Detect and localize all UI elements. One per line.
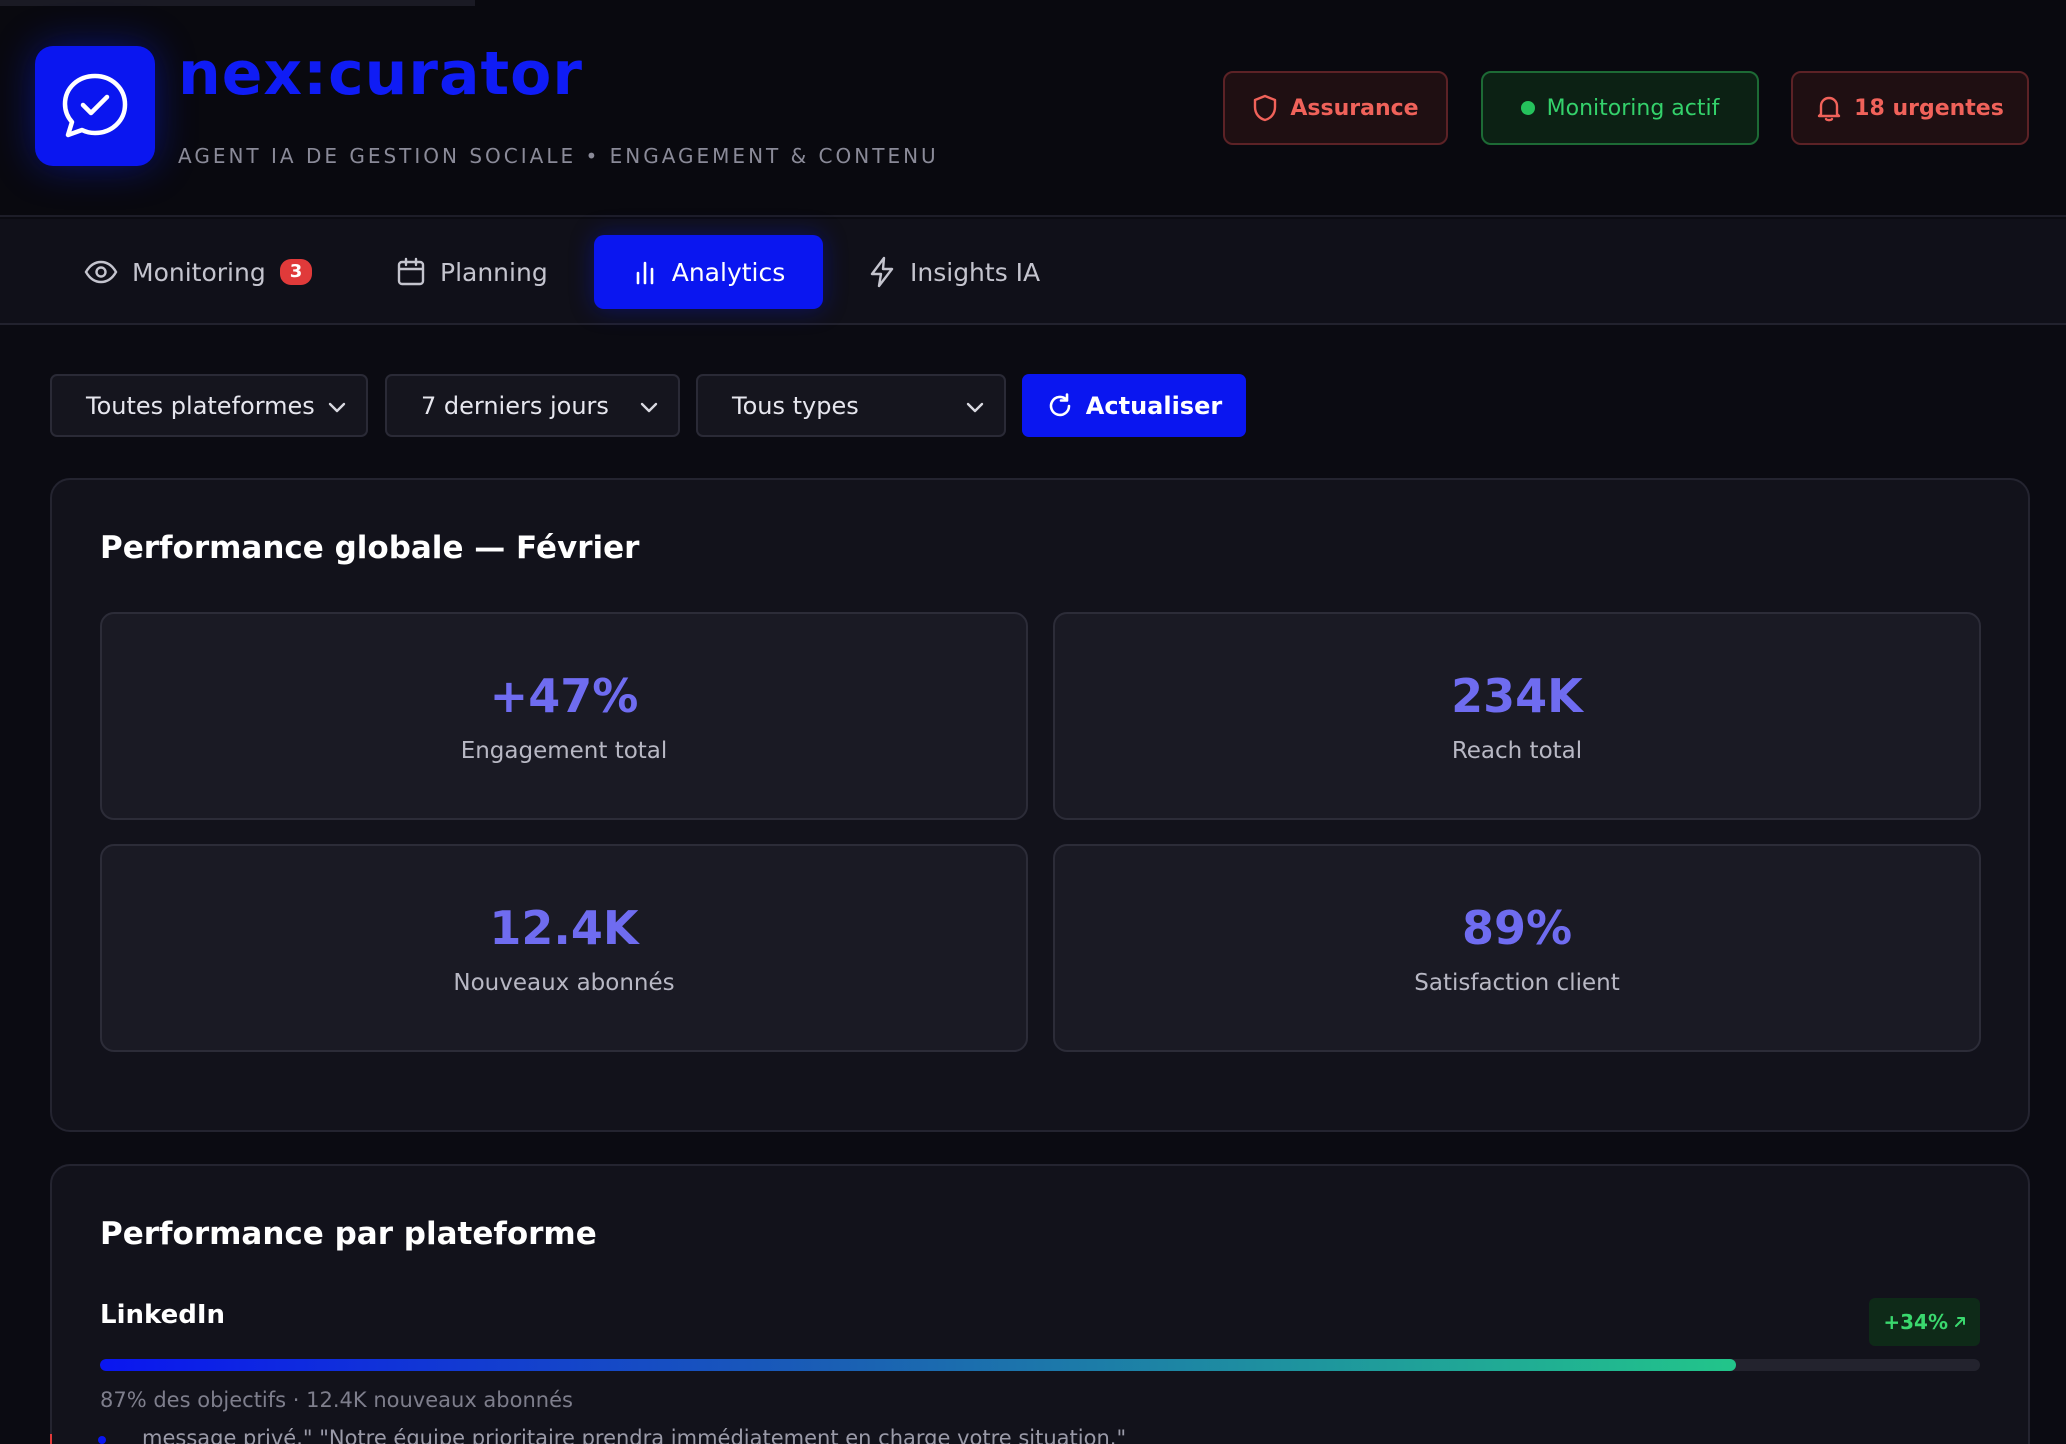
platform-progress-fill — [100, 1359, 1736, 1371]
refresh-icon — [1049, 392, 1071, 416]
kpi-value: 12.4K — [489, 901, 639, 955]
shield-icon — [1254, 94, 1277, 122]
header-accent-line — [0, 0, 475, 6]
message-preview-row[interactable]: message privé." "Notre équipe prioritair… — [50, 1428, 2030, 1444]
lightning-icon — [870, 256, 894, 288]
tab-monitoring-label: Monitoring — [132, 257, 266, 287]
brand-subtitle: AGENT IA DE GESTION SOCIALE • ENGAGEMENT… — [178, 144, 939, 168]
message-preview-text: message privé." "Notre équipe prioritair… — [142, 1428, 1127, 1444]
type-select[interactable]: Tous types — [696, 374, 1006, 437]
kpi-value: +47% — [489, 669, 639, 723]
calendar-icon — [397, 257, 425, 286]
app-header: nex:curator AGENT IA DE GESTION SOCIALE … — [0, 0, 2066, 217]
tab-monitoring[interactable]: Monitoring 3 — [66, 235, 330, 309]
refresh-label: Actualiser — [1085, 391, 1223, 420]
platform-delta-badge: +34% — [1869, 1298, 1980, 1346]
bar-chart-icon — [636, 261, 654, 285]
message-dot-icon — [98, 1436, 106, 1444]
assurance-label: Assurance — [1290, 95, 1419, 121]
brand-title: nex:curator — [178, 39, 583, 109]
kpi-satisfaction: 89% Satisfaction client — [1053, 844, 1981, 1052]
chevron-down-icon — [328, 402, 346, 413]
logo[interactable] — [35, 46, 155, 166]
platform-select-value: Toutes plateformes — [86, 391, 315, 420]
kpi-label: Nouveaux abonnés — [453, 970, 675, 996]
urgent-marker — [50, 1434, 52, 1444]
bell-icon — [1817, 96, 1841, 122]
refresh-button[interactable]: Actualiser — [1022, 374, 1246, 437]
kpi-engagement: +47% Engagement total — [100, 612, 1028, 820]
platform-performance-title: Performance par plateforme — [100, 1216, 597, 1252]
period-select-value: 7 derniers jours — [421, 391, 609, 420]
platform-select[interactable]: Toutes plateformes — [50, 374, 368, 437]
type-select-value: Tous types — [732, 391, 859, 420]
eye-icon — [84, 260, 118, 284]
kpi-value: 234K — [1451, 669, 1583, 723]
period-select[interactable]: 7 derniers jours — [385, 374, 680, 437]
tab-analytics-label: Analytics — [671, 257, 786, 287]
global-performance-card: Performance globale — Février +47% Engag… — [50, 478, 2030, 1132]
chevron-down-icon — [966, 402, 984, 413]
chevron-down-icon — [640, 402, 658, 413]
tab-planning[interactable]: Planning — [378, 235, 566, 309]
global-performance-title: Performance globale — Février — [100, 530, 640, 566]
kpi-label: Satisfaction client — [1414, 970, 1620, 996]
kpi-label: Engagement total — [460, 738, 668, 764]
app-root: nex:curator AGENT IA DE GESTION SOCIALE … — [0, 0, 2066, 1444]
platform-performance-card: Performance par plateforme LinkedIn +34%… — [50, 1164, 2030, 1444]
platform-name-linkedin: LinkedIn — [100, 1300, 226, 1330]
kpi-new-followers: 12.4K Nouveaux abonnés — [100, 844, 1028, 1052]
status-dot-icon — [1520, 101, 1535, 115]
tab-bar: Monitoring 3 Planning Analytics Insights… — [0, 219, 2066, 325]
urgent-alerts-label: 18 urgentes — [1854, 95, 2004, 121]
kpi-value: 89% — [1461, 901, 1573, 955]
tab-planning-label: Planning — [440, 257, 548, 287]
arrow-up-right-icon — [1955, 1317, 1965, 1327]
tab-analytics[interactable]: Analytics — [594, 235, 823, 309]
tab-insights-label: Insights IA — [910, 257, 1041, 287]
monitoring-status-button[interactable]: Monitoring actif — [1481, 71, 1759, 145]
platform-meta-text: 87% des objectifs · 12.4K nouveaux abonn… — [100, 1388, 573, 1412]
monitoring-status-label: Monitoring actif — [1546, 95, 1720, 121]
kpi-reach: 234K Reach total — [1053, 612, 1981, 820]
assurance-button[interactable]: Assurance — [1223, 71, 1448, 145]
tab-insights-ia[interactable]: Insights IA — [850, 235, 1058, 309]
urgent-alerts-button[interactable]: 18 urgentes — [1791, 71, 2029, 145]
platform-progress-track — [100, 1359, 1980, 1371]
chat-check-icon — [62, 73, 128, 138]
monitoring-count-badge: 3 — [279, 259, 313, 285]
kpi-label: Reach total — [1451, 738, 1583, 764]
platform-delta-value: +34% — [1883, 1310, 1948, 1334]
